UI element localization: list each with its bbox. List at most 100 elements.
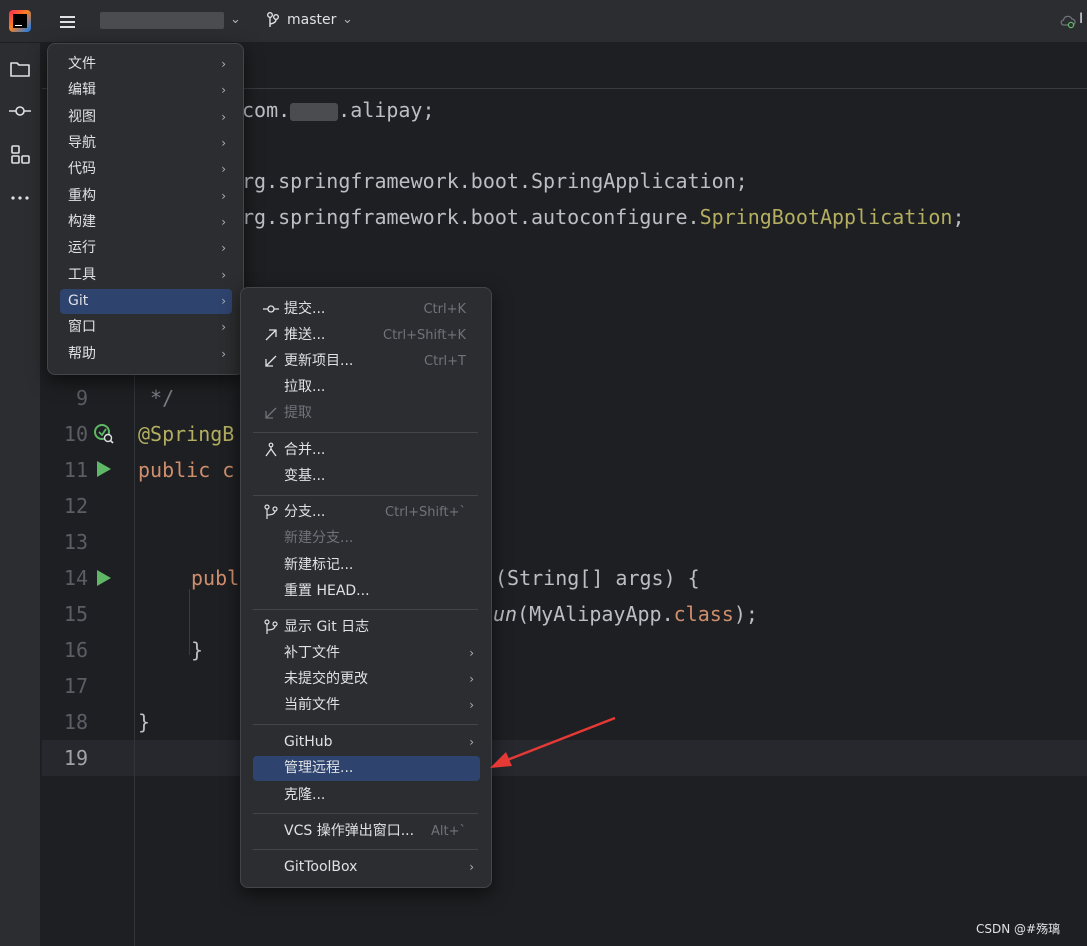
branch-selector[interactable]: master bbox=[287, 12, 336, 28]
git-patch-item[interactable]: 补丁文件 › bbox=[253, 641, 480, 666]
menu-item-window[interactable]: 窗口 › bbox=[60, 315, 232, 340]
git-new-branch-item[interactable]: 新建分支... bbox=[253, 526, 480, 551]
menu-item-navigate[interactable]: 导航 › bbox=[60, 131, 232, 156]
branch-icon bbox=[264, 504, 278, 519]
push-arrow-icon bbox=[265, 329, 277, 341]
chevron-right-icon: › bbox=[221, 110, 226, 124]
indent-guide bbox=[189, 589, 190, 655]
git-push-item[interactable]: 推送... Ctrl+Shift+K bbox=[253, 323, 480, 348]
line-number: 9 bbox=[75, 386, 88, 410]
redacted-text bbox=[290, 102, 339, 121]
commit-icon bbox=[263, 305, 279, 313]
menu-item-tools[interactable]: 工具 › bbox=[60, 263, 232, 288]
code-line-package: com. .alipay; bbox=[242, 98, 435, 122]
chevron-right-icon: › bbox=[221, 347, 226, 361]
menu-item-refactor[interactable]: 重构 › bbox=[60, 184, 232, 209]
branch-icon bbox=[267, 12, 279, 27]
chevron-right-icon: › bbox=[469, 860, 474, 874]
line-number: 16 bbox=[63, 638, 88, 662]
structure-icon[interactable] bbox=[8, 143, 32, 167]
spring-boot-run-icon[interactable] bbox=[93, 423, 115, 445]
chevron-right-icon: › bbox=[469, 646, 474, 660]
line-number: 18 bbox=[63, 710, 88, 734]
csdn-watermark: CSDN @#殇璃 bbox=[976, 922, 1061, 936]
menu-separator bbox=[253, 495, 478, 496]
project-name-redacted[interactable] bbox=[100, 12, 224, 29]
commit-tool-icon[interactable] bbox=[8, 99, 32, 123]
chevron-right-icon: › bbox=[221, 294, 226, 308]
menu-item-help[interactable]: 帮助 › bbox=[60, 342, 232, 367]
menu-separator bbox=[253, 724, 478, 725]
git-new-tag-item[interactable]: 新建标记... bbox=[253, 553, 480, 578]
git-branches-item[interactable]: 分支... Ctrl+Shift+` bbox=[253, 500, 480, 525]
git-current-file-item[interactable]: 当前文件 › bbox=[253, 693, 480, 718]
menu-item-file[interactable]: 文件 › bbox=[60, 52, 232, 77]
git-toolbox-item[interactable]: GitToolBox › bbox=[253, 855, 480, 880]
line-number: 14 bbox=[63, 566, 88, 590]
project-folder-icon[interactable] bbox=[8, 57, 32, 81]
line-number: 11 bbox=[63, 458, 88, 482]
chevron-right-icon: › bbox=[221, 215, 226, 229]
chevron-right-icon: › bbox=[469, 735, 474, 749]
line-number-current: 19 bbox=[63, 746, 88, 770]
chevron-right-icon: › bbox=[221, 136, 226, 150]
annotation-arrow bbox=[490, 716, 616, 768]
chevron-right-icon: › bbox=[221, 320, 226, 334]
code-line-14a: publ bbox=[191, 566, 240, 590]
more-tools-icon[interactable] bbox=[8, 186, 32, 210]
project-chevron-down-icon[interactable]: ⌄ bbox=[230, 12, 241, 27]
chevron-right-icon: › bbox=[221, 162, 226, 176]
vcs-operations-popup-item[interactable]: VCS 操作弹出窗口... Alt+` bbox=[253, 819, 480, 844]
chevron-right-icon: › bbox=[469, 698, 474, 712]
chevron-right-icon: › bbox=[221, 189, 226, 203]
line-number: 17 bbox=[63, 674, 88, 698]
chevron-right-icon: › bbox=[221, 241, 226, 255]
chevron-right-icon: › bbox=[221, 268, 226, 282]
git-clone-item[interactable]: 克隆... bbox=[253, 783, 480, 808]
menu-item-run[interactable]: 运行 › bbox=[60, 236, 232, 261]
menu-separator bbox=[253, 849, 478, 850]
menu-item-build[interactable]: 构建 › bbox=[60, 210, 232, 235]
git-github-item[interactable]: GitHub › bbox=[253, 730, 480, 755]
git-reset-head-item[interactable]: 重置 HEAD... bbox=[253, 579, 480, 604]
code-line-import-1: rg.springframework.boot.SpringApplicatio… bbox=[242, 169, 748, 193]
code-line-15: un(MyAlipayApp.class); bbox=[493, 602, 758, 626]
left-tool-strip bbox=[0, 43, 41, 946]
menu-item-git[interactable]: Git › bbox=[60, 289, 232, 314]
git-commit-item[interactable]: 提交... Ctrl+K bbox=[253, 297, 480, 322]
code-line-18: } bbox=[138, 710, 151, 734]
main-menu-popup: 文件 › 编辑 › 视图 › 导航 › 代码 › 重构 › 构建 › 运行 › 工具 › Git ›… bbox=[47, 43, 244, 375]
git-pull-item[interactable]: 拉取... bbox=[253, 375, 480, 400]
branch-chevron-down-icon[interactable]: ⌄ bbox=[342, 12, 353, 27]
intellij-logo-icon[interactable] bbox=[9, 10, 31, 32]
chevron-right-icon: › bbox=[221, 83, 226, 97]
menu-separator bbox=[253, 432, 478, 433]
git-update-project-item[interactable]: 更新项目... Ctrl+T bbox=[253, 349, 480, 374]
cloud-sync-icon[interactable] bbox=[1060, 13, 1076, 29]
update-arrow-icon bbox=[265, 355, 277, 367]
code-line-16: } bbox=[191, 638, 204, 662]
git-uncommitted-changes-item[interactable]: 未提交的更改 › bbox=[253, 667, 480, 692]
git-rebase-item[interactable]: 变基... bbox=[253, 464, 480, 489]
git-submenu-popup: 提交... Ctrl+K 推送... Ctrl+Shift+K 更新项目... Ctr… bbox=[240, 287, 492, 888]
fetch-arrow-icon bbox=[265, 407, 277, 419]
code-line-14b: (String[] args) { bbox=[495, 566, 700, 590]
code-line-9: */ bbox=[138, 386, 175, 410]
main-menu-button[interactable] bbox=[52, 8, 82, 36]
git-merge-item[interactable]: 合并... bbox=[253, 438, 480, 463]
top-right-truncated-label[interactable]: I bbox=[1079, 11, 1083, 27]
title-bar: ⌄ master ⌄ I bbox=[0, 0, 1087, 43]
menu-item-view[interactable]: 视图 › bbox=[60, 105, 232, 130]
git-manage-remotes-item[interactable]: 管理远程... bbox=[253, 756, 480, 781]
run-main-icon[interactable] bbox=[97, 461, 111, 477]
git-show-log-item[interactable]: 显示 Git 日志 bbox=[253, 615, 480, 640]
merge-icon bbox=[265, 442, 277, 457]
menu-separator bbox=[253, 609, 478, 610]
line-number: 10 bbox=[63, 422, 88, 446]
line-number: 12 bbox=[63, 494, 88, 518]
chevron-right-icon: › bbox=[469, 672, 474, 686]
git-fetch-item[interactable]: 提取 bbox=[253, 401, 480, 426]
menu-item-code[interactable]: 代码 › bbox=[60, 157, 232, 182]
run-method-icon[interactable] bbox=[97, 570, 111, 586]
menu-item-edit[interactable]: 编辑 › bbox=[60, 78, 232, 103]
